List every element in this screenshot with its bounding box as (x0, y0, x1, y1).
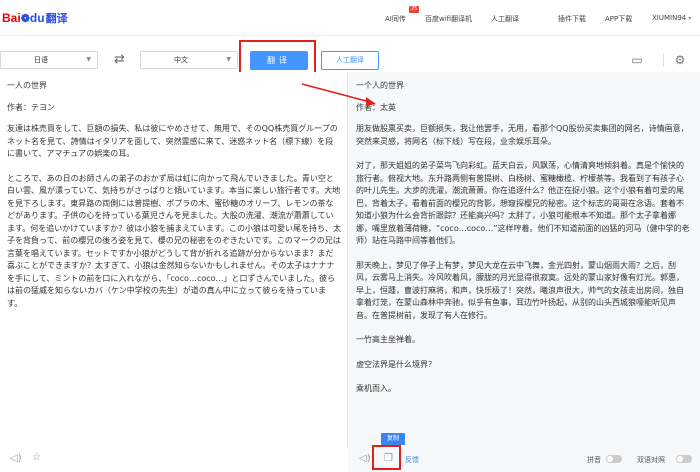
target-language-select[interactable]: 中文 ▼ (140, 51, 238, 69)
human-translation-button[interactable]: 人工翻译 (321, 51, 379, 70)
logo-text-du: du (29, 11, 45, 25)
result-footer: ◁) ❐ 反馈 拼音 双语对照 (349, 446, 700, 472)
source-paragraph: 一人の世界 (7, 81, 47, 90)
source-panel[interactable]: 一人の世界 作者：テヨン 友達は株売買をして、巨額の損失、私は彼にやめさせて、無… (0, 72, 348, 472)
result-paragraph: 一竹高主坐禅着。 (356, 335, 420, 344)
highlight-box-copy (372, 445, 401, 470)
chevron-down-icon: ▼ (226, 56, 231, 63)
username: XIUMIN94 (652, 14, 687, 22)
nav-human-translation[interactable]: 人工翻译 (491, 14, 519, 24)
logo-suffix: 翻译 (45, 13, 68, 25)
nav-wifi-translator[interactable]: 百度wifi翻译机 (425, 14, 472, 24)
speaker-icon[interactable]: ◁) (359, 453, 371, 465)
result-panel: 一个人的世界 作者：太英 朋友做股票买卖，巨额损失，我让他罢手，无用，看那个QQ… (348, 72, 700, 472)
result-text: 一个人的世界 作者：太英 朋友做股票买卖，巨额损失，我让他罢手，无用，看那个QQ… (356, 80, 690, 408)
feedback-link[interactable]: 反馈 (405, 455, 419, 465)
bilingual-toggle[interactable] (676, 455, 692, 463)
result-paragraph: 一个人的世界 (356, 81, 404, 90)
source-textarea[interactable]: 一人の世界 作者：テヨン 友達は株売買をして、巨額の損失、私は彼にやめさせて、無… (7, 80, 341, 322)
bilingual-label: 双语对照 (637, 456, 665, 464)
favorite-folder-icon[interactable]: ▭ (630, 53, 644, 67)
nav-plugin-download[interactable]: 插件下载 (558, 14, 586, 24)
star-icon[interactable]: ☆ (32, 452, 41, 464)
source-language-select[interactable]: 日语 ▼ (0, 51, 98, 69)
user-menu[interactable]: XIUMIN94 ▾ (652, 14, 691, 22)
result-paragraph: 虚空法界是什么境界？ (356, 359, 436, 369)
highlight-box-translate (239, 40, 316, 76)
logo-text-bai: Bai (2, 11, 21, 25)
chevron-down-icon: ▾ (688, 15, 692, 22)
paw-icon: ❁ (20, 13, 30, 25)
speaker-icon[interactable]: ◁) (10, 453, 22, 465)
result-paragraph: 那天晚上，梦见了停子上有梦，梦见大龙在云中飞舞，金光四射，蒙山烟雨大雨？之后，刮… (356, 260, 684, 320)
result-paragraph: 对了，那天姐姐的弟子菜鸟飞向彩虹。蓝天白云，风飘荡，心情清爽地倾斜着。真是个愉快… (356, 161, 690, 245)
nav-app-download[interactable]: APP下载 (605, 14, 632, 24)
annotation-arrow (301, 83, 376, 106)
source-footer: ◁) ☆ (0, 448, 348, 472)
target-language-value: 中文 (174, 56, 188, 64)
source-language-value: 日语 (34, 56, 48, 64)
source-paragraph: ところで、あの日のお師さんの弟子のおかず局は虹に向かって飛んでいきました。青い空… (7, 173, 341, 308)
source-paragraph: 作者：テヨン (7, 102, 55, 112)
result-paragraph: 朋友做股票买卖，巨额损失，我让他罢手，无用，看那个QQ股份买卖集团的网名，诗情画… (356, 124, 689, 146)
gear-icon[interactable]: ⚙ (673, 53, 687, 67)
swap-languages-icon[interactable]: ⇄ (114, 51, 125, 69)
pinyin-label: 拼音 (587, 456, 601, 464)
pinyin-toggle[interactable] (606, 455, 622, 463)
nav-ai-tongchuan[interactable]: AI同传 (385, 14, 406, 24)
toolbar-divider (663, 54, 664, 67)
chevron-down-icon: ▼ (86, 56, 91, 63)
result-paragraph: 乘机而入。 (356, 384, 396, 393)
nav-badge: 25 (409, 6, 420, 13)
copy-tooltip: 复制 (381, 433, 405, 445)
baidu-fanyi-logo[interactable]: Bai❁du翻译 (2, 10, 68, 26)
source-paragraph: 友達は株売買をして、巨額の損失、私は彼にやめさせて、無用で、そのQQ株売買グルー… (7, 124, 338, 158)
top-bar: Bai❁du翻译 AI同传 25 百度wifi翻译机 人工翻译 插件下载 APP… (0, 0, 700, 36)
result-paragraph: 作者：太英 (356, 102, 396, 112)
